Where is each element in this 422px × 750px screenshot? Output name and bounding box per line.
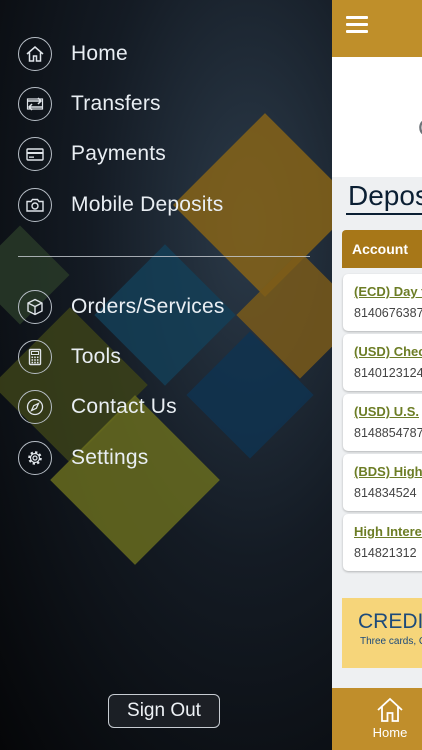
logo-text-fragment: C (418, 115, 422, 143)
menu-item-mobile-deposits[interactable]: Mobile Deposits (18, 185, 223, 225)
menu-item-transfers[interactable]: Transfers (18, 84, 161, 124)
account-card[interactable]: (ECD) Day t 8140676387 (343, 274, 422, 331)
account-name-link[interactable]: High Interes (354, 524, 422, 539)
account-number: 8140676387 (354, 306, 422, 320)
menu-divider (18, 256, 310, 257)
gear-icon (18, 441, 52, 475)
account-number: 814834524 (354, 486, 417, 500)
bottom-nav-home[interactable]: Home (370, 696, 410, 742)
camera-icon (18, 188, 52, 222)
account-name-link[interactable]: (BDS) High (354, 464, 422, 479)
hamburger-menu-icon[interactable] (346, 14, 370, 34)
account-number: 8140123124 (354, 366, 422, 380)
account-number: 814821312 (354, 546, 417, 560)
account-name-link[interactable]: (USD) U.S. (354, 404, 419, 419)
title-underline (346, 213, 422, 215)
main-content-panel: C Depos Account (ECD) Day t 8140676387 (… (332, 0, 422, 750)
promo-title: CREDIT (358, 610, 422, 633)
card-icon (18, 137, 52, 171)
compass-icon (18, 390, 52, 424)
account-card[interactable]: High Interes 814821312 (343, 514, 422, 571)
promo-subtitle: Three cards, C (360, 636, 422, 647)
page-title: Depos (348, 180, 422, 211)
menu-item-label: Settings (71, 446, 149, 469)
menu-item-label: Orders/Services (71, 295, 225, 318)
transfer-icon (18, 87, 52, 121)
bottom-nav-home-label: Home (372, 725, 408, 740)
logo-area (332, 57, 422, 177)
menu-item-settings[interactable]: Settings (18, 438, 148, 478)
menu-item-label: Tools (71, 345, 122, 368)
menu-item-contact-us[interactable]: Contact Us (18, 387, 177, 427)
account-card[interactable]: (USD) U.S. 8148854787 (343, 394, 422, 451)
home-icon (377, 697, 403, 722)
menu-item-tools[interactable]: Tools (18, 337, 121, 377)
menu-item-orders-services[interactable]: Orders/Services (18, 287, 225, 327)
box-icon (18, 290, 52, 324)
account-name-link[interactable]: (USD) Chec (354, 344, 422, 359)
account-card[interactable]: (USD) Chec 8140123124 (343, 334, 422, 391)
top-bar (332, 0, 422, 57)
account-card[interactable]: (BDS) High 814834524 (343, 454, 422, 511)
calculator-icon (18, 340, 52, 374)
menu-item-payments[interactable]: Payments (18, 134, 166, 174)
menu-item-home[interactable]: Home (18, 34, 128, 74)
app-screen: Home Transfers Payments Mobile Deposits (0, 0, 422, 750)
account-name-link[interactable]: (ECD) Day t (354, 284, 422, 299)
menu-item-label: Contact Us (71, 395, 177, 418)
menu-item-label: Home (71, 42, 128, 65)
account-column-header: Account (342, 230, 422, 268)
menu-item-label: Transfers (71, 92, 161, 115)
navigation-drawer: Home Transfers Payments Mobile Deposits (0, 0, 332, 750)
account-number: 8148854787 (354, 426, 422, 440)
home-icon (18, 37, 52, 71)
menu-item-label: Mobile Deposits (71, 193, 224, 216)
promo-banner[interactable]: CREDIT Three cards, C (342, 598, 422, 668)
sign-out-button[interactable]: Sign Out (108, 694, 220, 728)
menu-item-label: Payments (71, 142, 166, 165)
